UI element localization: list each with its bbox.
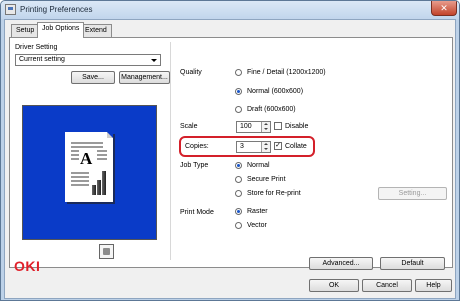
printer-icon <box>5 4 16 15</box>
scale-label: Scale <box>180 123 198 130</box>
copies-value: 3 <box>240 143 244 150</box>
ok-button[interactable]: OK <box>309 279 359 292</box>
checkmark-icon: ✓ <box>275 142 281 149</box>
window-title: Printing Preferences <box>20 5 93 14</box>
copies-stepper[interactable]: 3 <box>236 141 271 153</box>
quality-fine-label: Fine / Detail (1200x1200) <box>247 69 326 76</box>
preview-bar <box>102 171 106 195</box>
job-type-store-radio[interactable] <box>235 190 242 197</box>
divider <box>170 42 171 260</box>
preview-bar <box>92 185 96 195</box>
print-mode-raster-label: Raster <box>247 208 268 215</box>
scale-disable-checkbox[interactable] <box>274 122 282 130</box>
print-mode-vector-label: Vector <box>247 222 267 229</box>
quality-label: Quality <box>180 69 202 76</box>
driver-setting-value: Current setting <box>19 56 65 63</box>
job-type-secure-label: Secure Print <box>247 176 286 183</box>
chevron-down-icon <box>151 59 157 62</box>
scale-disable-label: Disable <box>285 123 309 130</box>
tab-extend[interactable]: Extend <box>80 24 112 37</box>
copies-label: Copies: <box>185 143 209 150</box>
job-type-secure-radio[interactable] <box>235 176 242 183</box>
preview-page: A <box>65 132 113 202</box>
quality-normal-label: Normal (600x600) <box>247 88 304 95</box>
quality-draft-radio[interactable] <box>235 106 242 113</box>
collate-checkbox[interactable]: ✓ <box>274 142 282 150</box>
scale-stepper[interactable]: 100 <box>236 121 271 133</box>
quality-fine-radio[interactable] <box>235 69 242 76</box>
title-bar[interactable]: Printing Preferences ✕ <box>1 1 459 19</box>
management-button[interactable]: Management... <box>119 71 170 84</box>
print-mode-raster-radio[interactable] <box>235 208 242 215</box>
job-type-label: Job Type <box>180 162 209 169</box>
default-button[interactable]: Default <box>380 257 445 270</box>
print-preview: A <box>22 105 157 240</box>
preview-bar <box>97 180 101 195</box>
advanced-button[interactable]: Advanced... <box>309 257 373 270</box>
spin-arrows-icon[interactable] <box>261 122 270 132</box>
printing-preferences-window: Printing Preferences ✕ Setup Job Options… <box>0 0 460 301</box>
collate-label: Collate <box>285 143 307 150</box>
close-icon: ✕ <box>440 3 448 13</box>
driver-setting-label: Driver Setting <box>15 44 58 51</box>
job-options-panel: Driver Setting Current setting Save... M… <box>9 37 453 268</box>
tab-setup[interactable]: Setup <box>11 24 40 37</box>
print-mode-vector-radio[interactable] <box>235 222 242 229</box>
scale-value: 100 <box>240 123 252 130</box>
quality-draft-label: Draft (600x600) <box>247 106 296 113</box>
cancel-button[interactable]: Cancel <box>362 279 412 292</box>
dialog-frame: Setup Job Options Extend Driver Setting … <box>4 19 456 299</box>
preview-letter: A <box>80 149 93 168</box>
job-type-store-label: Store for Re-print <box>247 190 301 197</box>
job-type-normal-radio[interactable] <box>235 162 242 169</box>
job-type-setting-button[interactable]: Setting... <box>378 187 447 200</box>
quality-normal-radio[interactable] <box>235 88 242 95</box>
save-button[interactable]: Save... <box>71 71 115 84</box>
job-type-normal-label: Normal <box>247 162 270 169</box>
close-button[interactable]: ✕ <box>431 1 457 16</box>
driver-setting-select[interactable]: Current setting <box>15 54 161 66</box>
print-mode-label: Print Mode <box>180 209 214 216</box>
preview-toggle-icon[interactable] <box>99 244 114 259</box>
tab-job-options[interactable]: Job Options <box>37 22 85 38</box>
help-button[interactable]: Help <box>415 279 452 292</box>
oki-logo: OKI <box>14 258 41 274</box>
spin-arrows-icon[interactable] <box>261 142 270 152</box>
